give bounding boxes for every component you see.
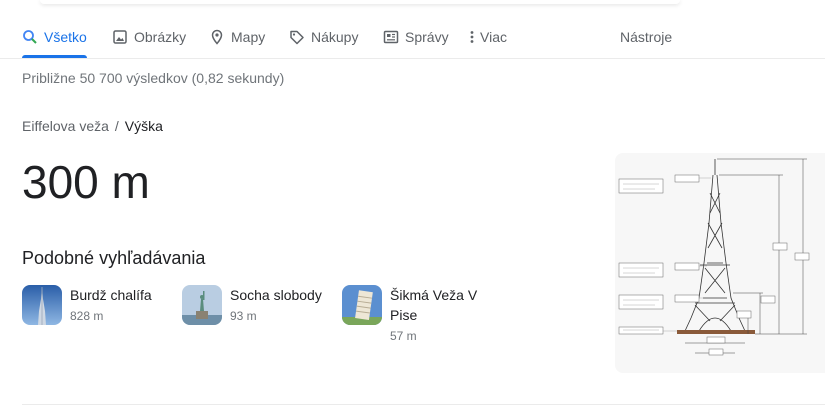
breadcrumb-separator: / (114, 118, 119, 134)
search-box-edge (40, 0, 680, 4)
related-heading: Podobné vyhľadávania (22, 248, 206, 268)
map-pin-icon (209, 29, 225, 45)
more-vert-icon (468, 29, 476, 45)
tab-label: Viac (480, 29, 507, 45)
featured-answer: 300 m (22, 156, 150, 208)
breadcrumb-entity[interactable]: Eiffelova veža (22, 118, 109, 134)
related-value: 57 m (390, 329, 417, 343)
tag-icon (289, 29, 305, 45)
related-name: Burdž chalífa (70, 287, 152, 303)
tab-label: Nákupy (311, 29, 359, 45)
related-name: Šikmá Veža V Pise (390, 287, 478, 323)
tab-all[interactable]: Všetko (22, 18, 87, 58)
tab-shopping[interactable]: Nákupy (289, 18, 358, 56)
related-item-statue-of-liberty[interactable]: Socha slobody 93 m (182, 285, 322, 325)
tab-label: Obrázky (134, 29, 187, 45)
news-icon (383, 29, 399, 45)
tab-label: Mapy (231, 29, 266, 45)
eiffel-tower-height-diagram[interactable] (615, 153, 825, 373)
related-item-leaning-tower-of-pisa[interactable]: Šikmá Veža V Pise 57 m (342, 285, 490, 343)
result-stats: Približne 50 700 výsledkov (0,82 sekundy… (22, 70, 285, 86)
tab-images[interactable]: Obrázky (112, 18, 186, 56)
related-value: 93 m (230, 309, 257, 323)
tab-news[interactable]: Správy (383, 18, 449, 56)
burj-khalifa-thumbnail (22, 285, 62, 325)
tab-more[interactable]: Viac (468, 18, 507, 56)
statue-of-liberty-thumbnail (182, 285, 222, 325)
related-name: Socha slobody (230, 287, 322, 303)
search-icon (22, 29, 38, 45)
image-icon (112, 29, 128, 45)
search-tabs: Všetko Obrázky Mapy Nákupy Správy Viac N… (0, 18, 825, 59)
tools-button[interactable]: Nástroje (620, 18, 672, 56)
tab-maps[interactable]: Mapy (209, 18, 265, 56)
tab-label: Všetko (44, 29, 87, 45)
tab-label: Správy (405, 29, 449, 45)
related-item-burj-khalifa[interactable]: Burdž chalífa 828 m (22, 285, 152, 325)
breadcrumb-attribute: Výška (124, 118, 163, 134)
leaning-tower-thumbnail (342, 285, 382, 325)
related-value: 828 m (70, 309, 104, 323)
breadcrumb: Eiffelova veža / Výška (22, 118, 163, 134)
